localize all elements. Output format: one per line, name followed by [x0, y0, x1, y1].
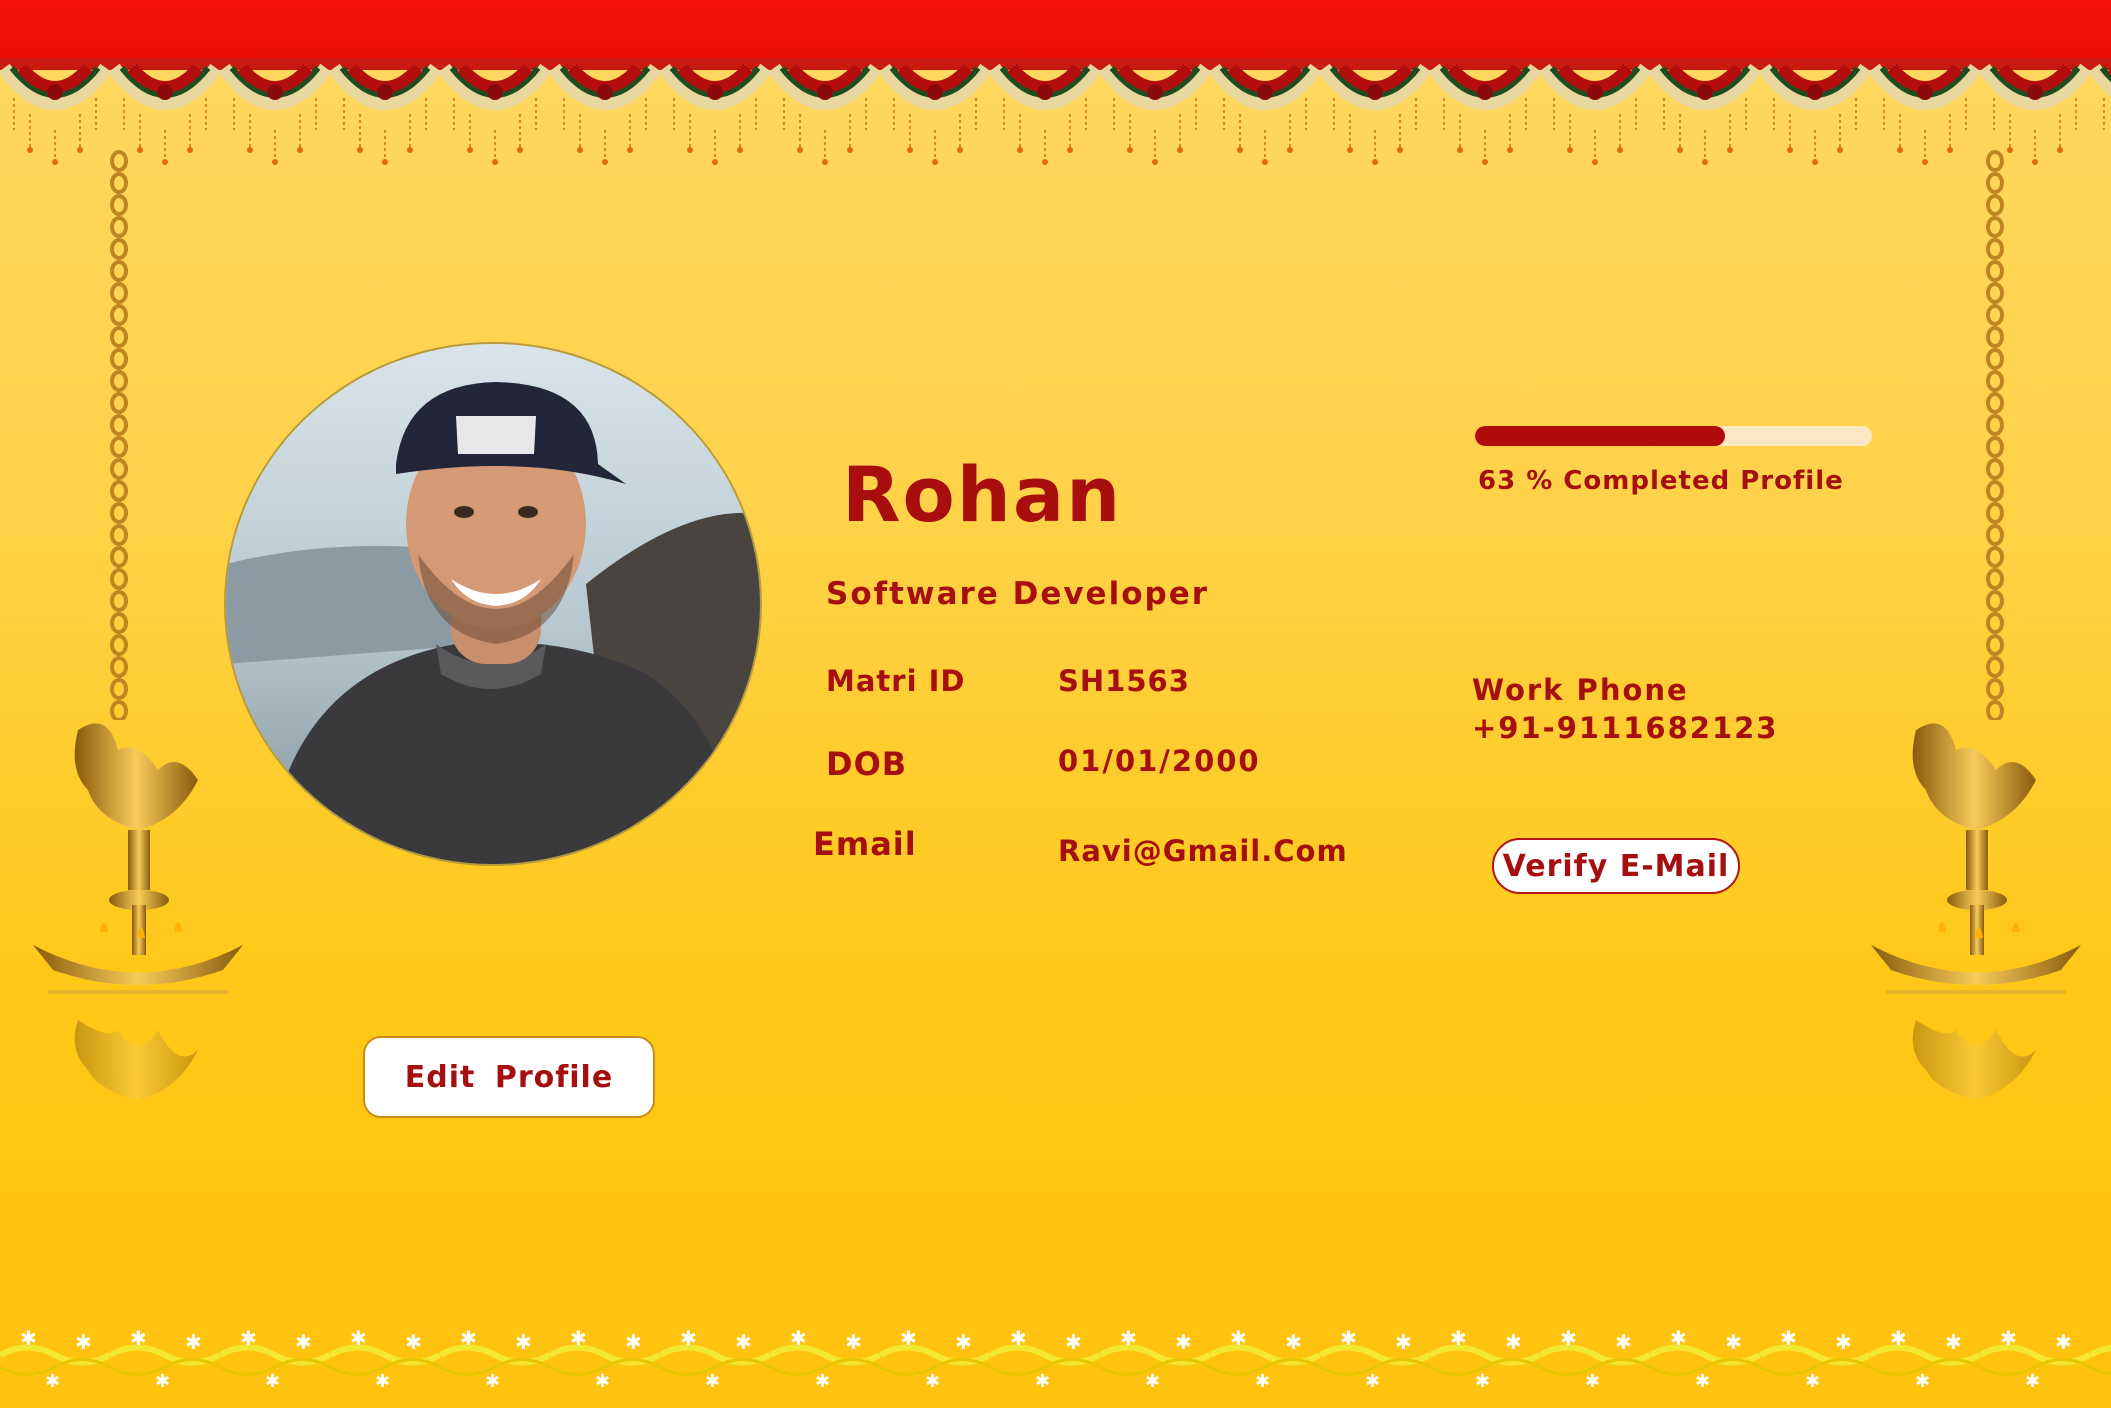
- matri-id-label: Matri ID: [826, 664, 966, 698]
- email-label: Email: [813, 825, 917, 863]
- profile-progress-label: 63 % Completed Profile: [1478, 466, 1844, 496]
- left-hanging-chain: [104, 150, 134, 720]
- profile-name: Rohan: [842, 450, 1123, 539]
- matri-id-value: SH1563: [1058, 664, 1190, 698]
- verify-email-button[interactable]: Verify E-Mail: [1492, 838, 1740, 894]
- right-oil-lamp-decoration: [1871, 723, 2081, 1100]
- occupation-text: Software Developer: [826, 576, 1210, 612]
- work-phone-label: Work Phone: [1472, 673, 1689, 707]
- right-hanging-chain: [1980, 150, 2010, 720]
- header-bar: [0, 0, 2111, 64]
- bottom-flower-border-decoration: ✱ ✱ ✱: [0, 1315, 2111, 1408]
- avatar: [226, 344, 760, 864]
- profile-progress-bar: [1475, 426, 1872, 446]
- profile-progress-fill: [1475, 426, 1726, 446]
- profile-photo: [226, 344, 760, 864]
- email-value: Ravi@Gmail.Com: [1058, 834, 1348, 868]
- work-phone-value: +91-9111682123: [1472, 711, 1779, 745]
- edit-profile-button[interactable]: Edit Profile: [363, 1036, 655, 1118]
- left-oil-lamp-decoration: [33, 723, 243, 1100]
- flower-garland-decoration: [0, 58, 2111, 168]
- dob-value: 01/01/2000: [1058, 744, 1261, 778]
- dob-label: DOB: [826, 745, 908, 783]
